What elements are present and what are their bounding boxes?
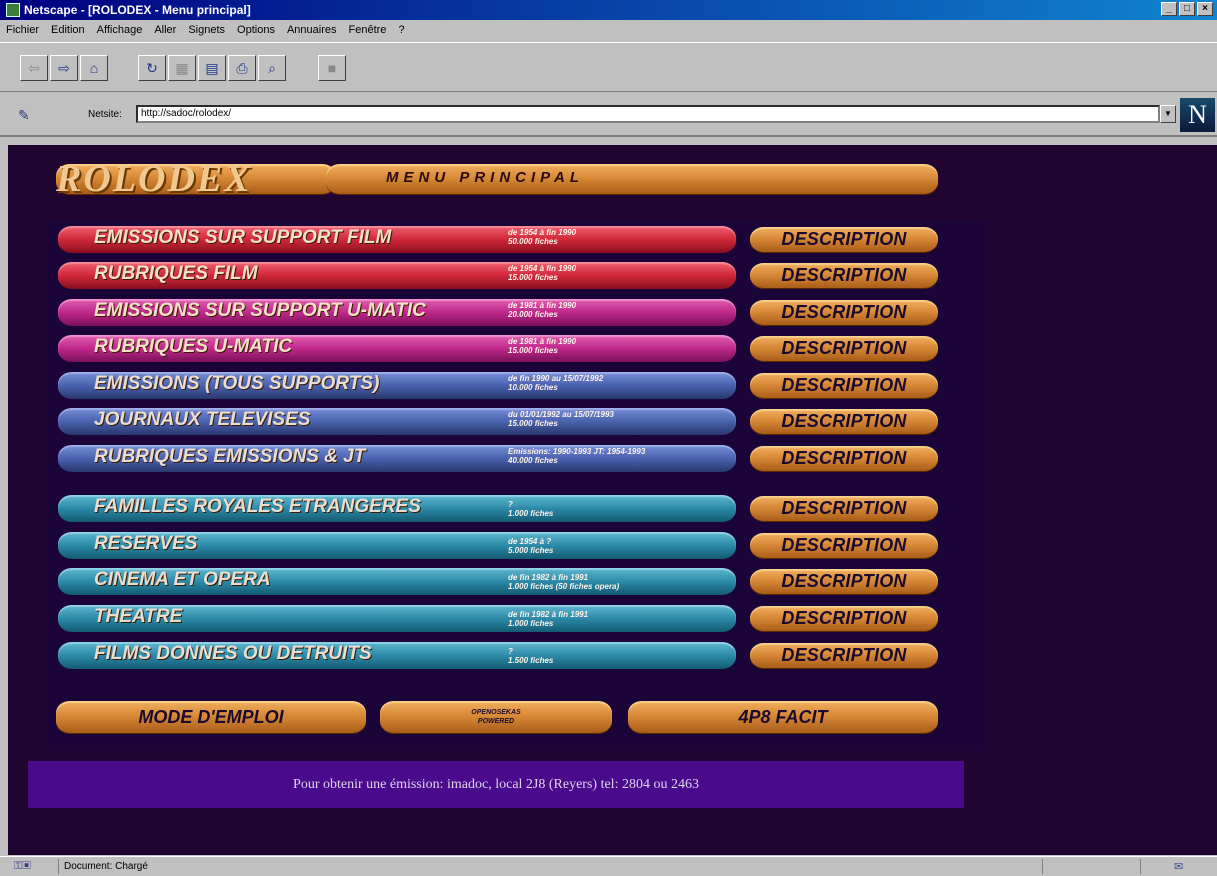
location-bar: ✎ Netsite: http://sadoc/rolodex/ ▼ N bbox=[0, 97, 1217, 137]
forward-arrow-icon[interactable]: ⇨ bbox=[50, 55, 78, 81]
menu-help[interactable]: ? bbox=[398, 24, 404, 36]
item-label: THEATRE bbox=[94, 606, 183, 627]
window-controls: _ □ × bbox=[1161, 2, 1213, 16]
description-button[interactable]: DESCRIPTION bbox=[750, 496, 938, 521]
menu-item-emissions-umatic[interactable]: EMISSIONS SUR SUPPORT U-MATIC de 1981 à … bbox=[58, 299, 736, 326]
status-divider bbox=[58, 859, 59, 874]
menu-fichier[interactable]: Fichier bbox=[6, 24, 39, 36]
item-label: EMISSIONS SUR SUPPORT FILM bbox=[94, 227, 392, 248]
description-button[interactable]: DESCRIPTION bbox=[750, 300, 938, 325]
item-label: FAMILLES ROYALES ETRANGERES bbox=[94, 496, 421, 517]
back-arrow-icon[interactable]: ⇦ bbox=[20, 55, 48, 81]
item-label: RUBRIQUES U-MATIC bbox=[94, 336, 293, 357]
item-label: RUBRIQUES EMISSIONS & JT bbox=[94, 446, 366, 467]
menu-fenetre[interactable]: Fenêtre bbox=[349, 24, 387, 36]
description-button[interactable]: DESCRIPTION bbox=[750, 227, 938, 252]
mode-emploi-button[interactable]: MODE D'EMPLOI bbox=[56, 701, 366, 733]
location-label: Netsite: bbox=[88, 109, 122, 120]
menu-item-theatre[interactable]: THEATRE de fin 1982 à fin 1991 1.000 fich… bbox=[58, 605, 736, 632]
description-button[interactable]: DESCRIPTION bbox=[750, 446, 938, 471]
facit-button[interactable]: 4P8 FACIT bbox=[628, 701, 938, 733]
url-dropdown-icon[interactable]: ▼ bbox=[1160, 105, 1176, 123]
item-info: du 01/01/1992 au 15/07/1993 15.000 fiches bbox=[508, 410, 614, 428]
item-info: de 1954 à fin 1990 50.000 fiches bbox=[508, 228, 577, 246]
menu-annuaires[interactable]: Annuaires bbox=[287, 24, 337, 36]
menu-edition[interactable]: Edition bbox=[51, 24, 85, 36]
title-bar: Netscape - [ROLODEX - Menu principal] _ … bbox=[0, 0, 1217, 20]
item-info: de fin 1990 au 15/07/1992 10.000 fiches bbox=[508, 374, 604, 392]
find-icon[interactable]: ⌕ bbox=[258, 55, 286, 81]
close-button[interactable]: × bbox=[1197, 2, 1213, 16]
print-icon[interactable]: ⎙ bbox=[228, 55, 256, 81]
item-info: de 1954 à fin 1990 15.000 fiches bbox=[508, 264, 577, 282]
menu-item-journaux-televises[interactable]: JOURNAUX TELEVISES du 01/01/1992 au 15/0… bbox=[58, 408, 736, 435]
description-button[interactable]: DESCRIPTION bbox=[750, 533, 938, 558]
item-label: CINEMA ET OPERA bbox=[94, 569, 271, 590]
window-title: Netscape - [ROLODEX - Menu principal] bbox=[24, 3, 251, 17]
item-label: RESERVES bbox=[94, 533, 198, 554]
menu-item-emissions-film[interactable]: EMISSIONS SUR SUPPORT FILM de 1954 à fin… bbox=[58, 226, 736, 253]
stop-icon[interactable]: ■ bbox=[318, 55, 346, 81]
item-label: RUBRIQUES FILM bbox=[94, 263, 258, 284]
mail-icon[interactable]: ✉ bbox=[1174, 860, 1183, 873]
status-divider bbox=[1042, 859, 1043, 874]
description-button[interactable]: DESCRIPTION bbox=[750, 606, 938, 631]
reload-icon[interactable]: ↻ bbox=[138, 55, 166, 81]
page-content: ROLODEX MENU PRINCIPAL EMISSIONS SUR SUP… bbox=[8, 145, 1217, 855]
toolbar: ⇦ ⇨ ⌂ ↻ ▦ ▤ ⎙ ⌕ ■ bbox=[0, 42, 1217, 92]
description-button[interactable]: DESCRIPTION bbox=[750, 643, 938, 668]
menu-item-cinema-opera[interactable]: CINEMA ET OPERA de fin 1982 à fin 1991 1.… bbox=[58, 568, 736, 595]
item-label: EMISSIONS SUR SUPPORT U-MATIC bbox=[94, 300, 426, 321]
status-text: Document: Chargé bbox=[64, 861, 148, 872]
status-bar: ⚿▣ Document: Chargé ✉ bbox=[0, 856, 1217, 876]
bookmark-link-icon[interactable]: ✎ bbox=[18, 107, 30, 124]
page-title: MENU PRINCIPAL bbox=[386, 169, 585, 186]
security-key-icon[interactable]: ⚿▣ bbox=[14, 860, 31, 873]
item-info: de fin 1982 à fin 1991 1.000 fiches (50 f… bbox=[508, 573, 620, 591]
menu-options[interactable]: Options bbox=[237, 24, 275, 36]
open-icon[interactable]: ▤ bbox=[198, 55, 226, 81]
menu-aller[interactable]: Aller bbox=[154, 24, 176, 36]
netscape-app-icon[interactable] bbox=[6, 3, 20, 17]
menu-item-rubriques-film[interactable]: RUBRIQUES FILM de 1954 à fin 1990 15.000 … bbox=[58, 262, 736, 289]
maximize-button[interactable]: □ bbox=[1179, 2, 1195, 16]
item-info: de 1954 à ? 5.000 fiches bbox=[508, 537, 554, 555]
url-input[interactable]: http://sadoc/rolodex/ bbox=[136, 105, 1160, 123]
rolodex-logo: ROLODEX bbox=[56, 158, 252, 200]
footer-contact-banner: Pour obtenir une émission: imadoc, local… bbox=[28, 761, 964, 808]
home-icon[interactable]: ⌂ bbox=[80, 55, 108, 81]
description-button[interactable]: DESCRIPTION bbox=[750, 263, 938, 288]
description-button[interactable]: DESCRIPTION bbox=[750, 336, 938, 361]
item-info: de 1981 à fin 1990 20.000 fiches bbox=[508, 301, 577, 319]
menu-signets[interactable]: Signets bbox=[188, 24, 225, 36]
item-info: ? 1.000 fiches bbox=[508, 500, 554, 518]
powered-button[interactable]: OPENOSEKAS POWERED bbox=[380, 701, 612, 733]
description-button[interactable]: DESCRIPTION bbox=[750, 373, 938, 398]
item-label: FILMS DONNES OU DETRUITS bbox=[94, 643, 372, 664]
menu-item-rubriques-emissions-jt[interactable]: RUBRIQUES EMISSIONS & JT Emissions: 1990… bbox=[58, 445, 736, 472]
item-label: EMISSIONS (TOUS SUPPORTS) bbox=[94, 373, 380, 394]
description-button[interactable]: DESCRIPTION bbox=[750, 409, 938, 434]
description-button[interactable]: DESCRIPTION bbox=[750, 569, 938, 594]
menu-item-emissions-tous-supports[interactable]: EMISSIONS (TOUS SUPPORTS) de fin 1990 au… bbox=[58, 372, 736, 399]
menu-item-familles-royales[interactable]: FAMILLES ROYALES ETRANGERES ? 1.000 fiche… bbox=[58, 495, 736, 522]
item-info: de fin 1982 à fin 1991 1.000 fiches bbox=[508, 610, 589, 628]
minimize-button[interactable]: _ bbox=[1161, 2, 1177, 16]
item-info: Emissions: 1990-1993 JT: 1954-1993 40.000… bbox=[508, 447, 646, 465]
menu-bar: Fichier Edition Affichage Aller Signets … bbox=[0, 20, 1217, 40]
menu-item-reserves[interactable]: RESERVES de 1954 à ? 5.000 fiches bbox=[58, 532, 736, 559]
item-info: ? 1.500 fiches bbox=[508, 647, 554, 665]
item-label: JOURNAUX TELEVISES bbox=[94, 409, 311, 430]
menu-item-films-donnes-detruits[interactable]: FILMS DONNES OU DETRUITS ? 1.500 fiches bbox=[58, 642, 736, 669]
menu-item-rubriques-umatic[interactable]: RUBRIQUES U-MATIC de 1981 à fin 1990 15.0… bbox=[58, 335, 736, 362]
images-icon[interactable]: ▦ bbox=[168, 55, 196, 81]
status-divider bbox=[1140, 859, 1141, 874]
menu-affichage[interactable]: Affichage bbox=[97, 24, 143, 36]
netscape-logo[interactable]: N bbox=[1180, 98, 1215, 132]
item-info: de 1981 à fin 1990 15.000 fiches bbox=[508, 337, 577, 355]
